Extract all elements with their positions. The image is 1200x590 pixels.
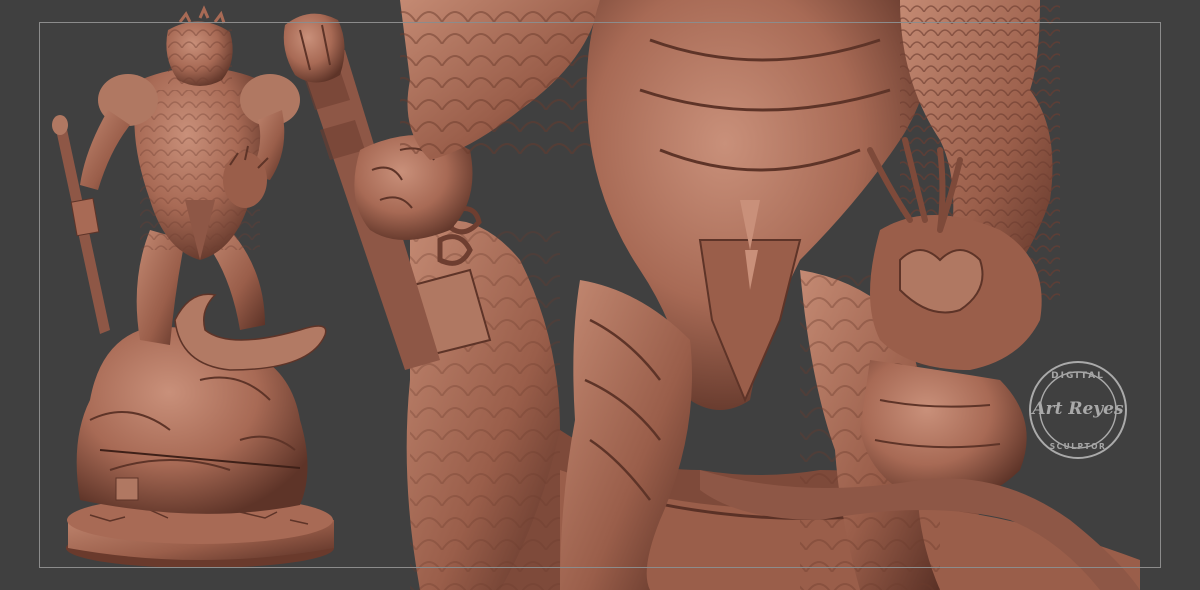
watermark-bottom-text: SCULPTOR (1050, 442, 1107, 451)
watermark-signature: Art Reyes (1030, 399, 1124, 419)
render-canvas: DIGITAL Art Reyes SCULPTOR (0, 0, 1200, 590)
watermark-top-text: DIGITAL (1051, 371, 1105, 381)
sculpture-render: DIGITAL Art Reyes SCULPTOR (52, 0, 1140, 590)
full-figure-view (52, 5, 334, 568)
watermark-logo: DIGITAL Art Reyes SCULPTOR (1029, 361, 1127, 459)
closeup-view (283, 0, 1140, 590)
